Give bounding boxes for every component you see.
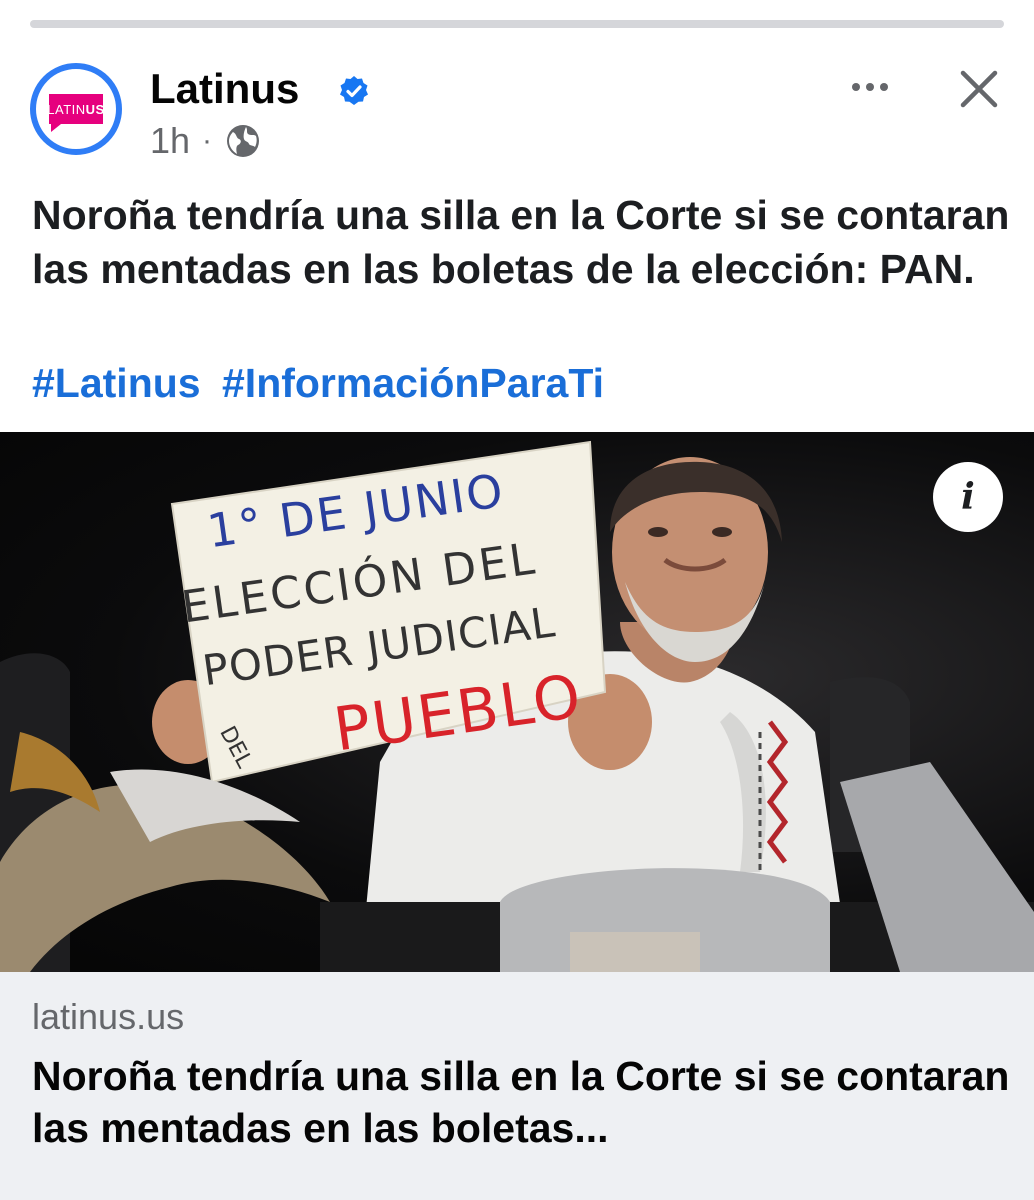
- link-domain: latinus.us: [32, 996, 185, 1037]
- hashtags: #Latinus #InformaciónParaTi: [32, 356, 614, 410]
- post-meta: 1h ·: [150, 119, 262, 163]
- verified-badge-icon: [340, 76, 368, 105]
- post-time[interactable]: 1h: [150, 120, 190, 162]
- page-name-link[interactable]: Latinus: [150, 63, 299, 115]
- page-avatar[interactable]: LATIN US: [30, 63, 122, 155]
- post-text: Noroña tendría una silla en la Corte si …: [32, 192, 1010, 292]
- hashtag-informacion-para-ti[interactable]: #InformaciónParaTi: [222, 360, 604, 406]
- sign-text: 1° DE JUNIO ELECCIÓN DEL PODER JUDICIAL …: [150, 433, 630, 811]
- hashtag-latinus[interactable]: #Latinus: [32, 360, 201, 406]
- logo-text-light: LATIN: [47, 101, 86, 117]
- logo-text-bold: US: [85, 101, 105, 117]
- close-icon[interactable]: [953, 63, 1005, 115]
- image-info-button[interactable]: i: [933, 462, 1003, 532]
- meta-separator: ·: [202, 124, 213, 157]
- sign-line-4: PUEBLO: [329, 661, 587, 766]
- post-header: LATIN US Latinus 1h ·: [0, 45, 1034, 175]
- top-separator: [0, 0, 1034, 32]
- link-title[interactable]: Noroña tendría una silla en la Corte si …: [32, 1050, 1012, 1154]
- post-photo[interactable]: 1° DE JUNIO ELECCIÓN DEL PODER JUDICIAL …: [0, 432, 1034, 972]
- sign-del: DEL: [214, 722, 257, 773]
- latinus-logo: LATIN US: [47, 94, 105, 132]
- more-options-icon[interactable]: [846, 67, 894, 107]
- globe-icon: [227, 125, 260, 157]
